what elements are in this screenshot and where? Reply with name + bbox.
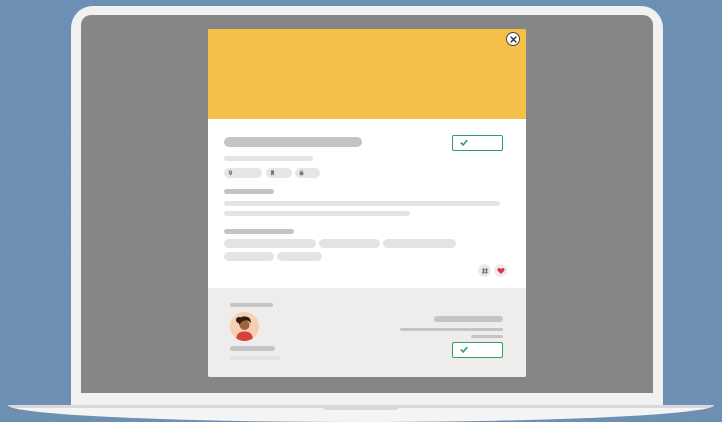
description-line-placeholder [224, 211, 410, 216]
check-icon [460, 346, 468, 353]
skill-tag-placeholder [277, 252, 322, 261]
close-icon [509, 35, 517, 43]
summary-line-placeholder [471, 335, 503, 338]
skills-heading-placeholder [224, 229, 294, 234]
description-line-placeholder [224, 201, 500, 206]
skill-tag-placeholder [224, 252, 274, 261]
apply-button[interactable] [452, 135, 503, 151]
summary-heading-placeholder [434, 316, 503, 322]
bookmark-icon [271, 170, 274, 176]
hashtag-button[interactable] [478, 264, 491, 277]
recruiter-name-placeholder [230, 346, 275, 351]
skill-tag-placeholder [319, 239, 380, 248]
skill-tag-placeholder [224, 239, 316, 248]
modal-footer [208, 288, 526, 377]
title-placeholder [224, 137, 362, 147]
check-icon [460, 139, 468, 146]
modal-banner [208, 29, 526, 119]
employment-type-pill [295, 168, 320, 178]
skill-tag-placeholder [383, 239, 456, 248]
subtitle-placeholder [224, 156, 313, 161]
bookmark-pill [266, 168, 292, 178]
laptop-notch [322, 405, 400, 410]
favorite-button[interactable] [494, 264, 507, 277]
recruiter-role-placeholder [230, 356, 280, 360]
recruiter-heading-placeholder [230, 303, 273, 307]
briefcase-icon [299, 170, 304, 176]
location-pin-icon [228, 170, 233, 176]
avatar [230, 312, 259, 341]
hashtag-icon [481, 267, 488, 274]
person-illustration [230, 312, 259, 341]
description-heading-placeholder [224, 189, 274, 194]
summary-line-placeholder [400, 328, 503, 331]
heart-icon [496, 267, 505, 274]
close-button[interactable] [506, 32, 520, 46]
location-pill [224, 168, 262, 178]
footer-apply-button[interactable] [452, 342, 503, 358]
job-detail-modal [208, 29, 526, 377]
